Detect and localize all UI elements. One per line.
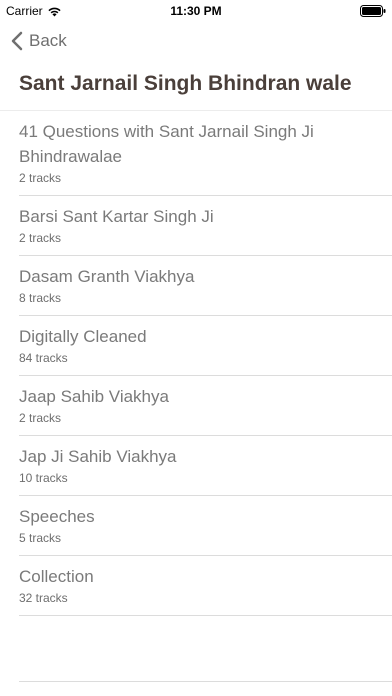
back-label: Back [29,31,67,50]
list-item[interactable]: Jaap Sahib Viakhya 2 tracks [19,376,392,436]
status-bar: Carrier 11:30 PM [0,0,392,22]
list-item-title: Dasam Granth Viakhya [19,267,195,286]
list-item[interactable]: 41 Questions with Sant Jarnail Singh Ji … [19,111,392,196]
list-item-title: Barsi Sant Kartar Singh Ji [19,207,214,226]
list-item-title: Jap Ji Sahib Viakhya [19,447,177,466]
list-item-track-count: 32 tracks [19,591,68,605]
list-item[interactable]: Digitally Cleaned 84 tracks [19,316,392,376]
list-item-track-count: 2 tracks [19,231,62,245]
list-item[interactable]: Barsi Sant Kartar Singh Ji 2 tracks [19,196,392,256]
list-item-title: Collection [19,567,94,586]
list-item[interactable]: Dasam Granth Viakhya 8 tracks [19,256,392,316]
list-item-title: 41 Questions with Sant Jarnail Singh Ji … [19,122,314,166]
list-item-title: Digitally Cleaned [19,327,147,346]
list-item-title: Jaap Sahib Viakhya [19,387,169,406]
back-button[interactable]: Back [11,28,67,54]
page-title: Sant Jarnail Singh Bhindran wale [19,72,352,95]
list-item-title: Speeches [19,507,95,526]
bottom-divider [19,681,392,682]
list-item-track-count: 8 tracks [19,291,62,305]
status-time: 11:30 PM [170,4,222,18]
list-item[interactable]: Collection 32 tracks [19,556,392,616]
list-item[interactable]: Speeches 5 tracks [19,496,392,556]
list-item-track-count: 10 tracks [19,471,68,485]
list-item[interactable]: Jap Ji Sahib Viakhya 10 tracks [19,436,392,496]
album-list: 41 Questions with Sant Jarnail Singh Ji … [0,111,392,616]
battery-icon [360,5,386,20]
list-item-track-count: 5 tracks [19,531,62,545]
list-item-track-count: 84 tracks [19,351,68,365]
chevron-left-icon [11,31,23,51]
list-item-track-count: 2 tracks [19,411,62,425]
list-item-track-count: 2 tracks [19,171,62,185]
